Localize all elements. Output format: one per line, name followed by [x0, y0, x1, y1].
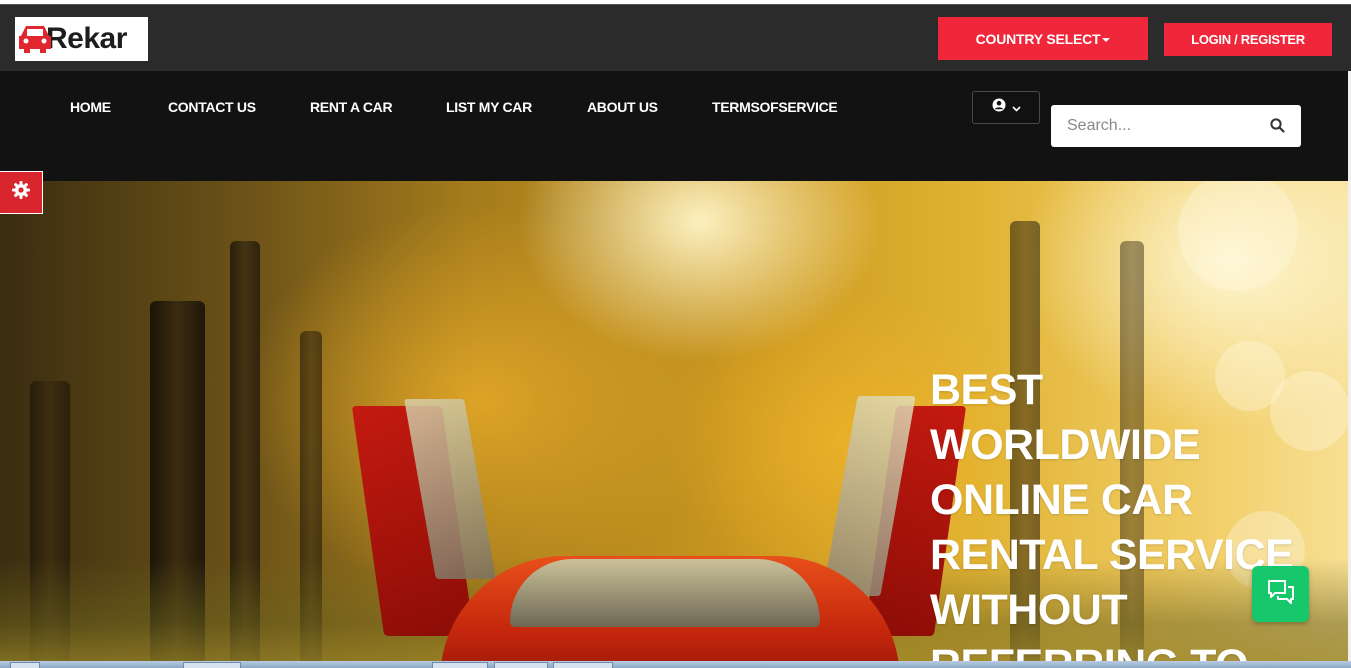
search-input[interactable] [1051, 105, 1261, 147]
country-select-button[interactable]: COUNTRY SELECT [938, 17, 1148, 60]
search-box [1051, 105, 1301, 147]
settings-toggle-button[interactable] [0, 171, 43, 214]
chevron-down-icon [1011, 99, 1021, 117]
bokeh-light [1178, 181, 1298, 291]
logo-text: Rekar [46, 22, 127, 55]
main-navbar: HOME CONTACT US RENT A CAR LIST MY CAR A… [0, 71, 1351, 181]
taskbar-item[interactable] [10, 662, 40, 668]
login-register-label: LOGIN / REGISTER [1191, 32, 1305, 47]
nav-item-home[interactable]: HOME [70, 99, 111, 115]
nav-item-about-us[interactable]: ABOUT US [587, 99, 658, 115]
user-circle-icon [992, 98, 1006, 117]
caret-down-icon [1102, 37, 1111, 42]
taskbar-item[interactable] [494, 662, 548, 668]
user-menu-button[interactable] [972, 91, 1040, 124]
hero-banner: BEST WORLDWIDE ONLINE CAR RENTAL SERVICE… [0, 181, 1348, 668]
page: Rekar COUNTRY SELECT LOGIN / REGISTER HO… [0, 0, 1351, 668]
hero-headline-line: BEST [930, 366, 1043, 414]
login-register-button[interactable]: LOGIN / REGISTER [1164, 23, 1332, 56]
car-logo-icon [18, 22, 54, 56]
logo[interactable]: Rekar [15, 17, 148, 61]
hero-headline-line: ONLINE CAR [930, 476, 1193, 524]
search-icon[interactable] [1270, 118, 1285, 138]
nav-item-contact-us[interactable]: CONTACT US [168, 99, 256, 115]
nav-item-terms-of-service[interactable]: TERMSOFSERVICE [712, 99, 838, 115]
gear-icon [11, 180, 31, 205]
hero-headline-line: WORLDWIDE [930, 421, 1201, 469]
taskbar-item[interactable] [553, 662, 613, 668]
chat-widget-button[interactable] [1252, 566, 1309, 622]
car-windshield [510, 559, 820, 627]
nav-item-rent-a-car[interactable]: RENT A CAR [310, 99, 393, 115]
taskbar-item[interactable] [183, 662, 241, 668]
nav-item-list-my-car[interactable]: LIST MY CAR [446, 99, 532, 115]
taskbar-item[interactable] [432, 662, 488, 668]
chat-icon [1266, 578, 1296, 611]
country-select-label: COUNTRY SELECT [975, 30, 1101, 47]
hero-headline: BEST WORLDWIDE ONLINE CAR RENTAL SERVICE… [930, 363, 1348, 668]
top-bar: Rekar COUNTRY SELECT LOGIN / REGISTER [0, 4, 1351, 71]
